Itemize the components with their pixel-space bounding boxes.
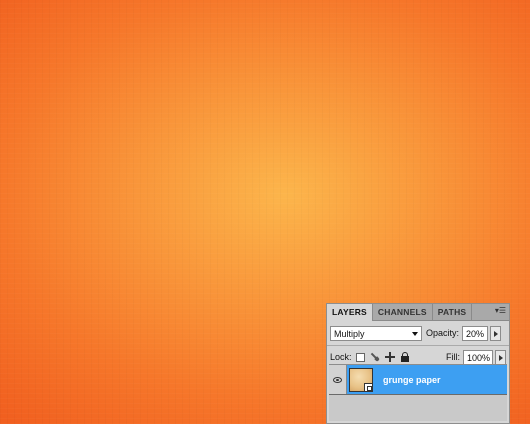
- lock-transparent-icon[interactable]: [355, 352, 365, 362]
- eye-icon: [333, 376, 342, 383]
- chevron-down-icon: [412, 331, 418, 336]
- lock-all-icon[interactable]: [400, 352, 410, 362]
- layer-name[interactable]: grunge paper: [383, 375, 441, 385]
- smart-object-icon: [364, 382, 373, 392]
- lock-position-icon[interactable]: [384, 352, 395, 362]
- tab-channels[interactable]: CHANNELS: [373, 304, 433, 320]
- blend-opacity-row: Multiply Opacity: 20%: [327, 323, 509, 343]
- tab-paths[interactable]: PATHS: [433, 304, 473, 320]
- divider: [327, 345, 509, 346]
- blend-mode-value: Multiply: [334, 328, 365, 339]
- opacity-field[interactable]: 20%: [462, 325, 489, 341]
- layers-list: grunge paper: [329, 364, 507, 421]
- tab-layers[interactable]: LAYERS: [327, 304, 373, 321]
- fill-slider-button[interactable]: [495, 349, 506, 365]
- lock-label: Lock:: [330, 352, 352, 362]
- layer-thumbnail: [349, 367, 373, 392]
- blend-mode-select[interactable]: Multiply: [330, 325, 422, 341]
- opacity-slider-button[interactable]: [490, 325, 502, 341]
- lock-image-icon[interactable]: [367, 350, 381, 364]
- fill-label: Fill:: [446, 352, 460, 362]
- layers-panel: LAYERS CHANNELS PATHS ▾☰ Multiply Opacit…: [326, 303, 510, 424]
- fill-field[interactable]: 100%: [463, 349, 493, 365]
- layer-row[interactable]: grunge paper: [329, 365, 507, 395]
- visibility-toggle[interactable]: [329, 365, 347, 394]
- panel-tabs: LAYERS CHANNELS PATHS ▾☰: [327, 304, 509, 321]
- opacity-label: Opacity:: [426, 328, 460, 338]
- panel-menu-icon[interactable]: ▾☰: [495, 306, 506, 315]
